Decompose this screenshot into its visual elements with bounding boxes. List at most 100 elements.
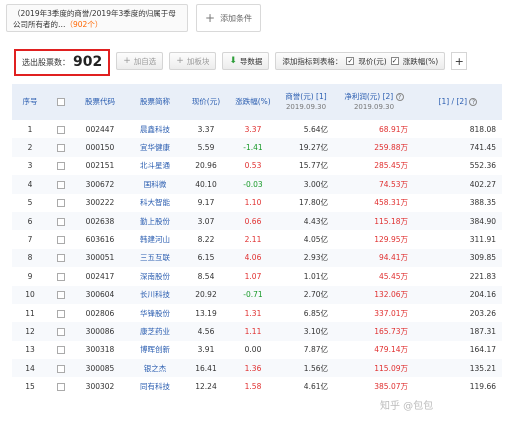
stock-name[interactable]: 北斗星通	[126, 157, 184, 175]
row-index: 5	[27, 198, 33, 208]
ratio-value: 402.27	[469, 179, 496, 189]
stock-name[interactable]: 宜华健康	[126, 138, 184, 156]
profit-value: 337.01万	[374, 308, 408, 318]
stock-price: 9.17	[197, 198, 215, 208]
header-code[interactable]: 股票代码	[74, 84, 126, 120]
goodwill-value: 1.01亿	[303, 271, 328, 281]
add-watchlist-button[interactable]: + 加自选	[116, 52, 164, 70]
stock-price: 3.07	[197, 216, 215, 226]
table-row[interactable]: 8 300051 三五互联 6.15 4.06 2.93亿 94.41万 309.85	[12, 248, 502, 268]
row-checkbox[interactable]	[57, 217, 65, 226]
row-index: 9	[27, 271, 33, 281]
row-index: 15	[25, 382, 35, 392]
stock-name[interactable]: 华锋股份	[126, 304, 184, 322]
stock-change: 1.31	[244, 308, 262, 318]
header-index[interactable]: 序号	[12, 84, 48, 120]
table-row[interactable]: 11 002806 华锋股份 13.19 1.31 6.85亿 337.01万 203.26	[12, 304, 502, 322]
stock-change: 1.07	[244, 271, 262, 281]
stock-name[interactable]: 科大智能	[126, 194, 184, 212]
goodwill-value: 6.85亿	[303, 308, 328, 318]
stock-price: 16.41	[195, 363, 217, 373]
stock-name[interactable]: 国科微	[126, 175, 184, 193]
header-profit[interactable]: 净利润(元) [2] ? 2019.09.30	[334, 84, 414, 120]
stock-name[interactable]: 博晖创新	[126, 341, 184, 359]
row-checkbox[interactable]	[57, 180, 65, 189]
add-indicator-button[interactable]: +	[451, 52, 468, 70]
stock-name[interactable]: 三五互联	[126, 249, 184, 267]
stock-name[interactable]: 深南股份	[126, 267, 184, 285]
export-data-button[interactable]: ⬇ 导数据	[222, 52, 270, 70]
row-checkbox[interactable]	[57, 254, 65, 263]
header-name[interactable]: 股票简称	[126, 84, 184, 120]
table-row[interactable]: 15 300302 同有科技 12.24 1.58 4.61亿 385.07万 119.66	[12, 377, 502, 395]
row-checkbox[interactable]	[57, 236, 65, 245]
row-checkbox[interactable]	[57, 364, 65, 373]
condition-count: （902个）	[65, 20, 103, 29]
stock-code: 000150	[85, 143, 115, 153]
stock-code: 300604	[85, 290, 115, 300]
profit-value: 132.06万	[374, 290, 408, 300]
help-icon[interactable]: ?	[469, 98, 478, 106]
table-row[interactable]: 12 300086 康芝药业 4.56 1.11 3.10亿 165.73万 187.31	[12, 322, 502, 341]
row-checkbox[interactable]	[57, 346, 65, 355]
row-checkbox[interactable]	[57, 162, 65, 171]
table-row[interactable]: 6 002638 勤上股份 3.07 0.66 4.43亿 115.18万 384.90	[12, 211, 502, 231]
table-row[interactable]: 14 300085 银之杰 16.41 1.36 1.56亿 115.09万 135.21	[12, 359, 502, 378]
help-icon[interactable]: ?	[395, 93, 404, 101]
row-checkbox[interactable]	[57, 291, 65, 300]
stock-name[interactable]: 银之杰	[126, 359, 184, 377]
table-row[interactable]: 2 000150 宜华健康 5.59 -1.41 19.27亿 259.88万 741.45	[12, 138, 502, 157]
row-checkbox[interactable]	[57, 125, 65, 134]
goodwill-value: 3.00亿	[303, 179, 328, 189]
stock-name[interactable]: 康芝药业	[126, 322, 184, 340]
condition-tag[interactable]: （2019年3季度的商誉/2019年3季度的归属于母公司所有者的…（902个）	[6, 4, 188, 32]
table-row[interactable]: 3 002151 北斗星通 20.96 0.53 15.77亿 285.45万 552.36	[12, 157, 502, 175]
price-option-label: 现价(元)	[358, 56, 387, 66]
result-count-box: 选出股票数： 902	[14, 48, 111, 76]
stock-name[interactable]: 韩建河山	[126, 230, 184, 248]
select-all-checkbox[interactable]	[57, 98, 65, 106]
row-checkbox[interactable]	[57, 272, 65, 281]
table-row[interactable]: 7 603616 韩建河山 8.22 2.11 4.05亿 129.95万 311.91	[12, 230, 502, 248]
profit-value: 115.09万	[374, 363, 408, 373]
add-block-button[interactable]: + 加板块	[169, 52, 217, 70]
row-checkbox[interactable]	[57, 199, 65, 208]
table-row[interactable]: 5 300222 科大智能 9.17 1.10 17.80亿 458.31万 388.35	[12, 194, 502, 212]
ratio-value: 309.85	[469, 253, 496, 263]
stock-name[interactable]: 同有科技	[126, 377, 184, 395]
row-checkbox-cell	[48, 377, 74, 395]
row-checkbox[interactable]	[57, 144, 65, 153]
stock-name[interactable]: 晨鑫科技	[126, 120, 184, 138]
row-checkbox[interactable]	[57, 327, 65, 336]
header-change[interactable]: 涨跌幅(%)	[228, 84, 278, 120]
stock-code: 300302	[85, 382, 115, 392]
header-select-all[interactable]	[48, 84, 74, 120]
ratio-value: 818.08	[469, 124, 496, 134]
header-goodwill-label: 商誉(元) [1]	[285, 92, 327, 101]
table-row[interactable]: 9 002417 深南股份 8.54 1.07 1.01亿 45.45万 221.83	[12, 267, 502, 285]
price-checkbox[interactable]: ✓	[346, 57, 355, 65]
plus-icon: +	[123, 56, 131, 66]
profit-value: 385.07万	[374, 382, 408, 392]
stock-change: 3.37	[244, 124, 262, 134]
stock-price: 3.91	[197, 345, 215, 355]
table-row[interactable]: 1 002447 晨鑫科技 3.37 3.37 5.64亿 68.91万 818.08	[12, 120, 502, 138]
add-condition-button[interactable]: + 添加条件	[196, 4, 262, 32]
table-row[interactable]: 13 300318 博晖创新 3.91 0.00 7.87亿 479.14万 164.17	[12, 341, 502, 359]
goodwill-value: 7.87亿	[303, 345, 328, 355]
header-ratio[interactable]: [1] / [2] ?	[414, 84, 502, 120]
stock-name[interactable]: 勤上股份	[126, 212, 184, 230]
add-indicator-label: 添加指标到表格：	[282, 56, 343, 66]
stock-change: 1.10	[244, 198, 262, 208]
ratio-value: 187.31	[469, 326, 496, 336]
row-checkbox[interactable]	[57, 383, 65, 392]
row-index: 10	[25, 290, 35, 300]
header-goodwill[interactable]: 商誉(元) [1] 2019.09.30	[278, 84, 334, 120]
change-checkbox[interactable]: ✓	[390, 57, 399, 65]
header-price[interactable]: 现价(元)	[184, 84, 228, 120]
table-row[interactable]: 10 300604 长川科技 20.92 -0.71 2.70亿 132.06万 204.16	[12, 285, 502, 304]
row-checkbox-cell	[48, 267, 74, 285]
table-row[interactable]: 4 300672 国科微 40.10 -0.03 3.00亿 74.53万 402.27	[12, 175, 502, 194]
stock-name[interactable]: 长川科技	[126, 286, 184, 304]
row-checkbox[interactable]	[57, 309, 65, 318]
